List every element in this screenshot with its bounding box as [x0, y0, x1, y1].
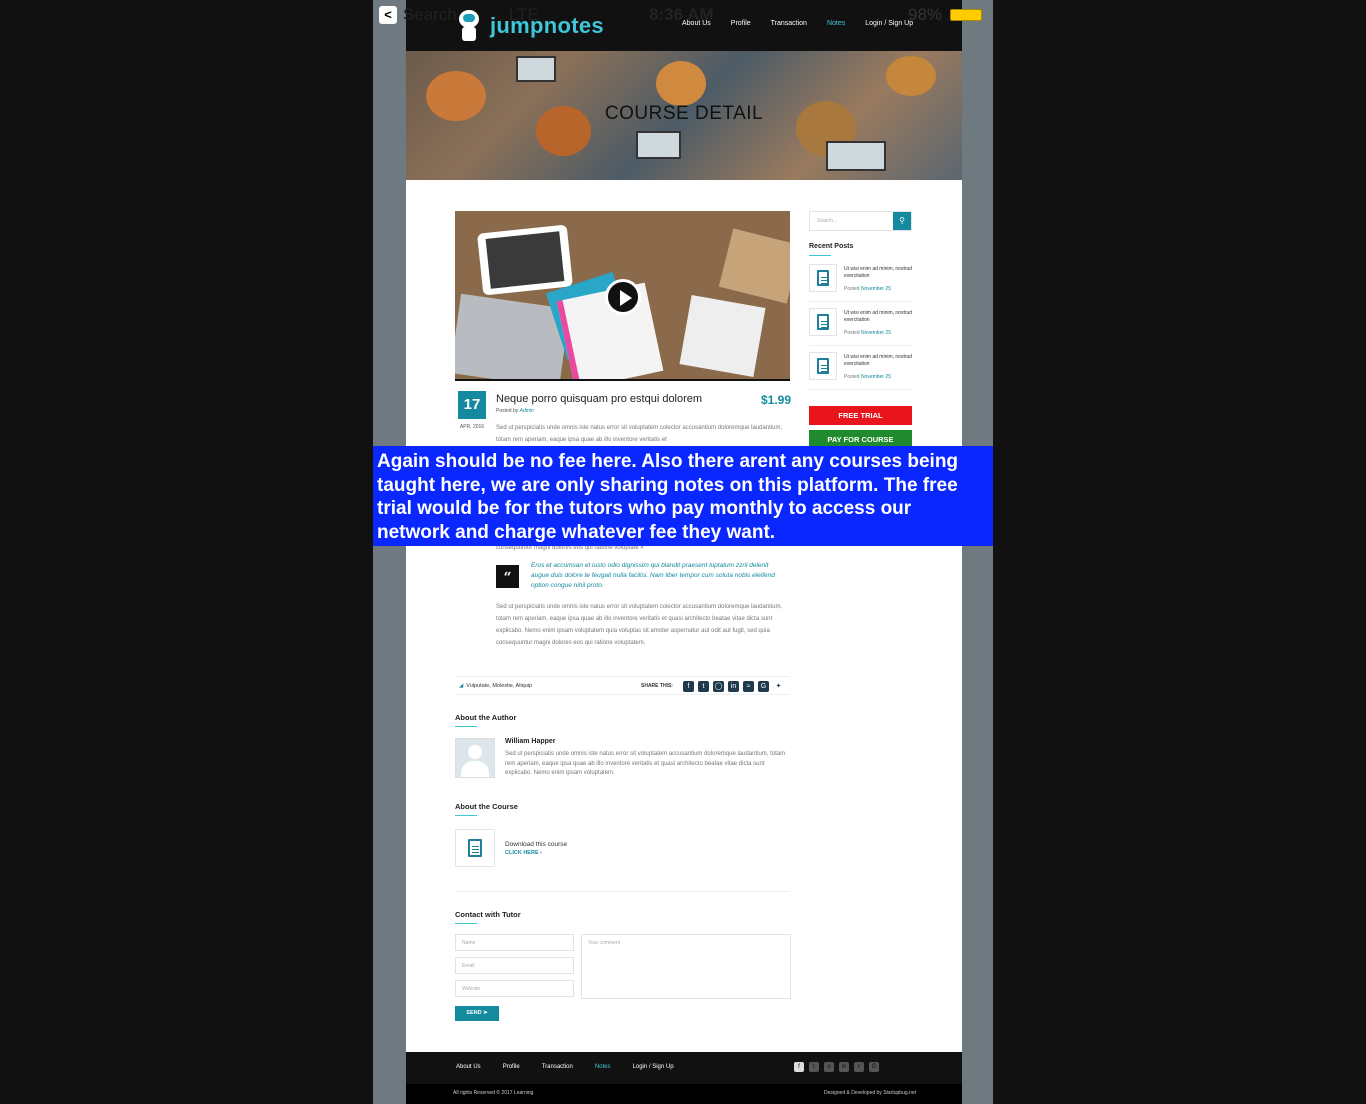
- author-name: William Happer: [505, 738, 556, 745]
- back-icon[interactable]: <: [379, 6, 397, 24]
- developer-credit[interactable]: Designed & Developed by Startupbug.net: [824, 1090, 916, 1096]
- tags-share-bar: ◢ Vulputate, Molestie, Aliquip SHARE THIS…: [455, 676, 790, 695]
- recent-post[interactable]: Ut wisi enim ad minim, nostrud exercitat…: [809, 304, 912, 346]
- author-bio: Sed ut perspiciatis unde omnis iste natu…: [505, 751, 786, 776]
- annotation-note: Again should be no fee here. Also there …: [373, 446, 993, 546]
- post-paragraph-2: Sed ut perspiciatis unde omnis iste natu…: [496, 604, 783, 646]
- footer-about-us[interactable]: About Us: [456, 1064, 481, 1070]
- battery-percent: 98%: [908, 5, 943, 24]
- footer-nav: About Us Profile Transaction Notes Login…: [406, 1052, 962, 1084]
- contact-heading: Contact with Tutor: [455, 910, 521, 924]
- rss-icon[interactable]: r: [854, 1062, 864, 1072]
- tag-icon: ◢: [459, 683, 464, 689]
- recent-post[interactable]: Ut wisi enim ad minim, nostrud exercitat…: [809, 260, 912, 302]
- status-bar: < Search LTE 8:36 AM 98%: [373, 0, 993, 30]
- download-text: Download this course: [505, 841, 568, 848]
- footer-transaction[interactable]: Transaction: [542, 1064, 573, 1070]
- send-icon: ➤: [483, 1010, 488, 1016]
- linkedin-icon[interactable]: in: [728, 681, 739, 692]
- blockquote: Eros et accumsan et iusto odio dignissim…: [531, 562, 775, 589]
- email-field[interactable]: Email: [455, 957, 574, 974]
- instagram-icon[interactable]: ◯: [713, 681, 724, 692]
- recent-post-date: Posted November 25: [844, 286, 891, 292]
- footer-login-signup[interactable]: Login / Sign Up: [633, 1064, 674, 1070]
- recent-post-title[interactable]: Ut wisi enim ad minim, nostrud exercitat…: [844, 310, 914, 324]
- share-icons: f t ◯ in ≈ G ✦: [683, 681, 784, 692]
- about-author-heading: About the Author: [455, 713, 517, 727]
- footer-social-icons: f t o in r G: [794, 1062, 879, 1072]
- twitter-icon[interactable]: t: [698, 681, 709, 692]
- play-icon[interactable]: [605, 279, 641, 315]
- send-button[interactable]: SEND ➤: [455, 1006, 499, 1021]
- post-date-day: 17: [458, 391, 486, 419]
- twitter-icon[interactable]: t: [809, 1062, 819, 1072]
- carrier-label: Search LTE: [403, 5, 539, 24]
- hero-banner: COURSE DETAIL: [406, 51, 962, 180]
- astronaut-share-icon[interactable]: ✦: [773, 681, 784, 692]
- share-label: SHARE THIS:: [641, 683, 673, 689]
- course-price: $1.99: [761, 393, 792, 407]
- download-link[interactable]: CLICK HERE ›: [505, 850, 542, 856]
- recent-posts-heading: Recent Posts: [809, 243, 854, 256]
- search-input[interactable]: Search...: [817, 218, 837, 224]
- name-field[interactable]: Name: [455, 934, 574, 951]
- recent-post-date: Posted November 25: [844, 374, 891, 380]
- document-icon: [809, 264, 837, 292]
- copyright-text: All rights Reserved © 2017 Learning: [453, 1090, 534, 1096]
- instagram-icon[interactable]: o: [824, 1062, 834, 1072]
- recent-post-title[interactable]: Ut wisi enim ad minim, nostrud exercitat…: [844, 266, 914, 280]
- recent-post-date: Posted November 25: [844, 330, 891, 336]
- facebook-icon[interactable]: f: [683, 681, 694, 692]
- footer-profile[interactable]: Profile: [503, 1064, 520, 1070]
- copyright-bar: All rights Reserved © 2017 Learning Desi…: [406, 1084, 962, 1104]
- divider: [455, 891, 790, 892]
- document-icon: [809, 308, 837, 336]
- search-icon[interactable]: ⚲: [893, 212, 911, 230]
- webpage: jumpnotes About Us Profile Transaction N…: [406, 0, 962, 1104]
- document-icon: [809, 352, 837, 380]
- sidebar-search: Search... ⚲: [809, 211, 912, 231]
- course-video[interactable]: [455, 211, 790, 381]
- recent-post[interactable]: Ut wisi enim ad minim, nostrud exercitat…: [809, 348, 912, 390]
- footer-notes[interactable]: Notes: [595, 1064, 611, 1070]
- google-plus-icon[interactable]: G: [758, 681, 769, 692]
- post-paragraph-1: Sed ut perspiciatis unde omnis iste natu…: [496, 425, 783, 443]
- recent-post-title[interactable]: Ut wisi enim ad minim, nostrud exercitat…: [844, 354, 914, 368]
- post-title: Neque porro quisquam pro estqui dolorem: [496, 393, 703, 405]
- rss-icon[interactable]: ≈: [743, 681, 754, 692]
- google-plus-icon[interactable]: G: [869, 1062, 879, 1072]
- website-field[interactable]: Website: [455, 980, 574, 997]
- screen-background: < Search LTE 8:36 AM 98% jumpnotes About…: [0, 0, 1366, 1104]
- facebook-icon[interactable]: f: [794, 1062, 804, 1072]
- tags-text[interactable]: Vulputate, Molestie, Aliquip: [466, 683, 532, 689]
- footer-links: About Us Profile Transaction Notes Login…: [456, 1064, 696, 1070]
- free-trial-button[interactable]: FREE TRIAL: [809, 406, 912, 425]
- tag-list: ◢ Vulputate, Molestie, Aliquip: [459, 683, 532, 689]
- quote-icon: “: [496, 565, 519, 588]
- battery-icon: [950, 9, 982, 21]
- download-file-icon[interactable]: [455, 829, 495, 867]
- about-course-heading: About the Course: [455, 802, 518, 816]
- page-title: COURSE DETAIL: [604, 103, 764, 124]
- comment-field[interactable]: Your comment: [581, 934, 791, 999]
- post-date-month: APR, 2016: [459, 424, 485, 430]
- posted-by: Posted by Admin: [496, 408, 534, 414]
- clock: 8:36 AM: [649, 5, 714, 24]
- linkedin-icon[interactable]: in: [839, 1062, 849, 1072]
- author-avatar: [455, 738, 495, 778]
- author-link[interactable]: Admin: [520, 408, 534, 414]
